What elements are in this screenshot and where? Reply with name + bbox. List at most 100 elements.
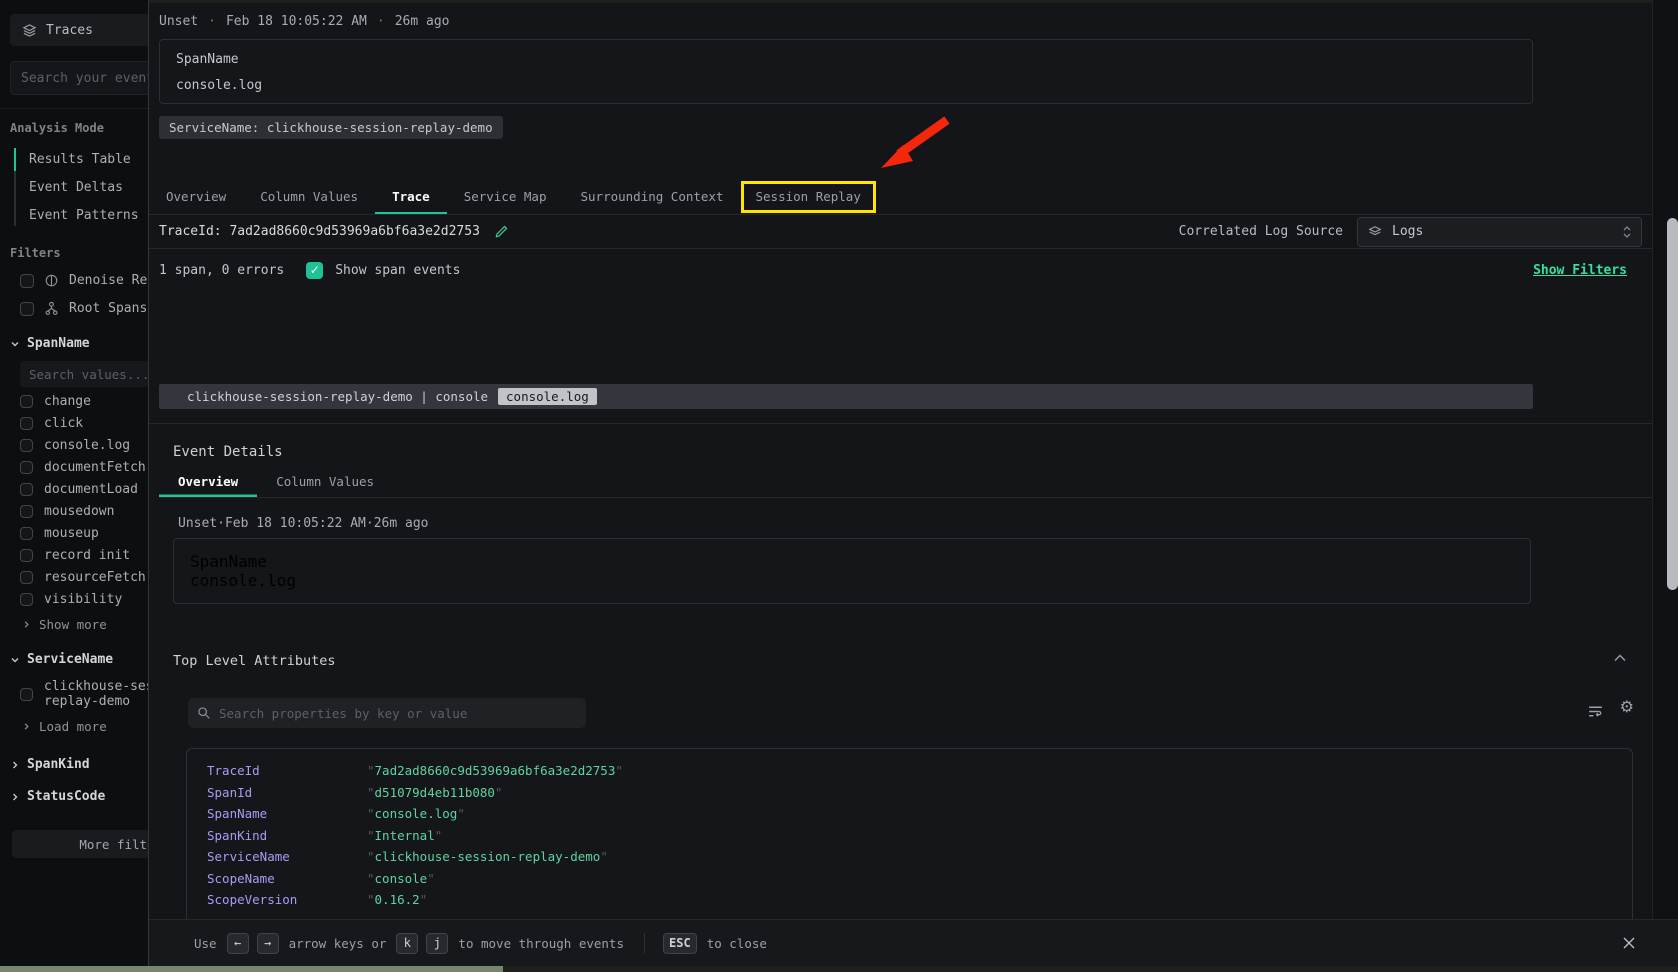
filter-value-row[interactable]: change xyxy=(10,394,148,409)
filter-value-row[interactable]: mouseup xyxy=(10,526,148,541)
analysis-mode-event-patterns[interactable]: Event Patterns xyxy=(16,205,148,226)
waterfall-span-bar[interactable]: clickhouse-session-replay-demo | console… xyxy=(159,384,1533,409)
timestamp: Feb 18 10:05:22 AM xyxy=(225,516,366,531)
attribute-row[interactable]: ScopeName"console" xyxy=(207,868,1632,890)
more-filters-button[interactable]: More filters xyxy=(12,830,148,858)
events-search-input[interactable] xyxy=(10,61,148,95)
attribute-row[interactable]: SpanId"d51079d4eb11b080" xyxy=(207,782,1632,804)
value-checkbox[interactable] xyxy=(20,483,33,496)
filter-value-row[interactable]: visibility xyxy=(10,592,148,607)
servicename-load-more[interactable]: Load more xyxy=(10,719,148,734)
value-checkbox[interactable] xyxy=(20,417,33,430)
event-status-line: Unset·Feb 18 10:05:22 AM·26m ago xyxy=(178,516,428,531)
value-checkbox[interactable] xyxy=(20,505,33,518)
filter-value-row[interactable]: mousedown xyxy=(10,504,148,519)
scrollbar-thumb[interactable] xyxy=(1667,218,1678,590)
event-status-line: Unset·Feb 18 10:05:22 AM·26m ago xyxy=(159,14,449,29)
filter-value-row[interactable]: click xyxy=(10,416,148,431)
group-servicename-header[interactable]: ServiceName xyxy=(10,652,148,667)
tab-column-values[interactable]: Column Values xyxy=(243,180,375,214)
value-label: click xyxy=(44,416,83,431)
correlated-log-source-label: Correlated Log Source xyxy=(1179,224,1343,239)
root-spans-checkbox[interactable] xyxy=(20,302,34,316)
wrap-lines-icon[interactable] xyxy=(1587,703,1604,720)
attribute-key: SpanName xyxy=(207,806,367,821)
tab-surrounding-context[interactable]: Surrounding Context xyxy=(564,180,741,214)
tab-trace[interactable]: Trace xyxy=(375,180,447,214)
status-text: Unset xyxy=(159,14,198,29)
show-span-events-checkbox[interactable]: ✓ xyxy=(306,262,323,279)
value-checkbox[interactable] xyxy=(20,549,33,562)
attributes-search-input[interactable] xyxy=(219,706,577,721)
denoise-results-row[interactable]: Denoise Results xyxy=(10,273,148,288)
value-checkbox[interactable] xyxy=(20,395,33,408)
attribute-key: ScopeVersion xyxy=(207,892,367,907)
group-statuscode-header[interactable]: StatusCode xyxy=(10,789,148,804)
scrollbar-track[interactable] xyxy=(1652,0,1678,919)
section-divider xyxy=(149,423,1654,424)
value-label: documentFetch xyxy=(44,460,146,475)
value-checkbox[interactable] xyxy=(20,461,33,474)
attribute-row[interactable]: SpanName"console.log" xyxy=(207,803,1632,825)
root-spans-row[interactable]: Root Spans Only xyxy=(10,301,148,316)
search-icon xyxy=(197,706,211,720)
tab-overview[interactable]: Overview xyxy=(149,180,243,214)
filter-value-row[interactable]: documentLoad xyxy=(10,482,148,497)
show-filters-link[interactable]: Show Filters xyxy=(1533,263,1627,278)
trace-meta-row: TraceId: 7ad2ad8660c9d53969a6bf6a3e2d275… xyxy=(149,215,1654,249)
denoise-checkbox[interactable] xyxy=(20,274,34,288)
collapse-chevron-up-icon[interactable] xyxy=(1612,653,1628,663)
edit-pencil-icon[interactable] xyxy=(494,224,509,239)
analysis-mode-results-table[interactable]: Results Table xyxy=(16,149,148,170)
source-selector-traces[interactable]: Traces xyxy=(10,14,148,46)
tab-session-replay[interactable]: Session Replay xyxy=(741,181,876,213)
app-page: Traces Analysis Mode Results Table Event… xyxy=(0,0,1678,972)
group-spankind-header[interactable]: SpanKind xyxy=(10,757,148,772)
field-value: console.log xyxy=(176,78,1516,93)
panel-tabs: Overview Column Values Trace Service Map… xyxy=(149,180,1654,215)
hint-text: Use xyxy=(194,936,217,951)
kbd-arrow-left: ← xyxy=(227,933,249,954)
filter-value-row[interactable]: documentFetch xyxy=(10,460,148,475)
value-label: mouseup xyxy=(44,526,99,541)
event-details-tab-overview[interactable]: Overview xyxy=(159,467,257,497)
field-label: SpanName xyxy=(190,552,1514,571)
event-details-title: Event Details xyxy=(173,444,283,460)
chevron-right-icon xyxy=(10,792,20,802)
value-label: visibility xyxy=(44,592,122,607)
attribute-row[interactable]: TraceId"7ad2ad8660c9d53969a6bf6a3e2d2753… xyxy=(207,760,1632,782)
hint-text: arrow keys or xyxy=(289,936,387,951)
close-icon[interactable] xyxy=(1620,934,1638,952)
gear-icon[interactable]: ⚙ xyxy=(1620,699,1634,715)
tab-service-map[interactable]: Service Map xyxy=(447,180,564,214)
attribute-row[interactable]: SpanKind"Internal" xyxy=(207,825,1632,847)
hint-text: to move through events xyxy=(458,936,624,951)
filter-value-row[interactable]: console.log xyxy=(10,438,148,453)
chevron-down-icon xyxy=(10,655,20,665)
group-spanname-header[interactable]: SpanName xyxy=(10,336,148,351)
trace-id: TraceId: 7ad2ad8660c9d53969a6bf6a3e2d275… xyxy=(159,224,509,239)
value-checkbox[interactable] xyxy=(20,439,33,452)
spanname-show-more[interactable]: Show more xyxy=(10,617,148,632)
attribute-value: "0.16.2" xyxy=(367,892,427,907)
hint-text: to close xyxy=(707,936,767,951)
filter-value-row[interactable]: resourceFetch xyxy=(10,570,148,585)
service-name-tag[interactable]: ServiceName: clickhouse-session-replay-d… xyxy=(159,116,503,139)
spanname-values-search-input[interactable] xyxy=(20,361,148,387)
span-summary-row: 1 span, 0 errors ✓ Show span events Show… xyxy=(149,250,1654,290)
value-checkbox[interactable] xyxy=(20,527,33,540)
value-checkbox[interactable] xyxy=(20,571,33,584)
attributes-search[interactable] xyxy=(188,698,586,728)
attribute-row[interactable]: ServiceName"clickhouse-session-replay-de… xyxy=(207,846,1632,868)
filter-value-row[interactable]: record init xyxy=(10,548,148,563)
log-source-select[interactable]: Logs xyxy=(1357,217,1642,247)
event-details-tab-column-values[interactable]: Column Values xyxy=(257,467,393,497)
event-details-tabs: Overview Column Values xyxy=(159,467,1654,498)
background-strip-left xyxy=(0,966,503,972)
analysis-mode-event-deltas[interactable]: Event Deltas xyxy=(16,177,148,198)
value-checkbox[interactable] xyxy=(20,688,33,701)
attribute-row[interactable]: ScopeVersion"0.16.2" xyxy=(207,889,1632,911)
attribute-value: "console" xyxy=(367,871,435,886)
filter-value-row[interactable]: clickhouse-session-replay-demo xyxy=(10,679,148,709)
value-checkbox[interactable] xyxy=(20,593,33,606)
